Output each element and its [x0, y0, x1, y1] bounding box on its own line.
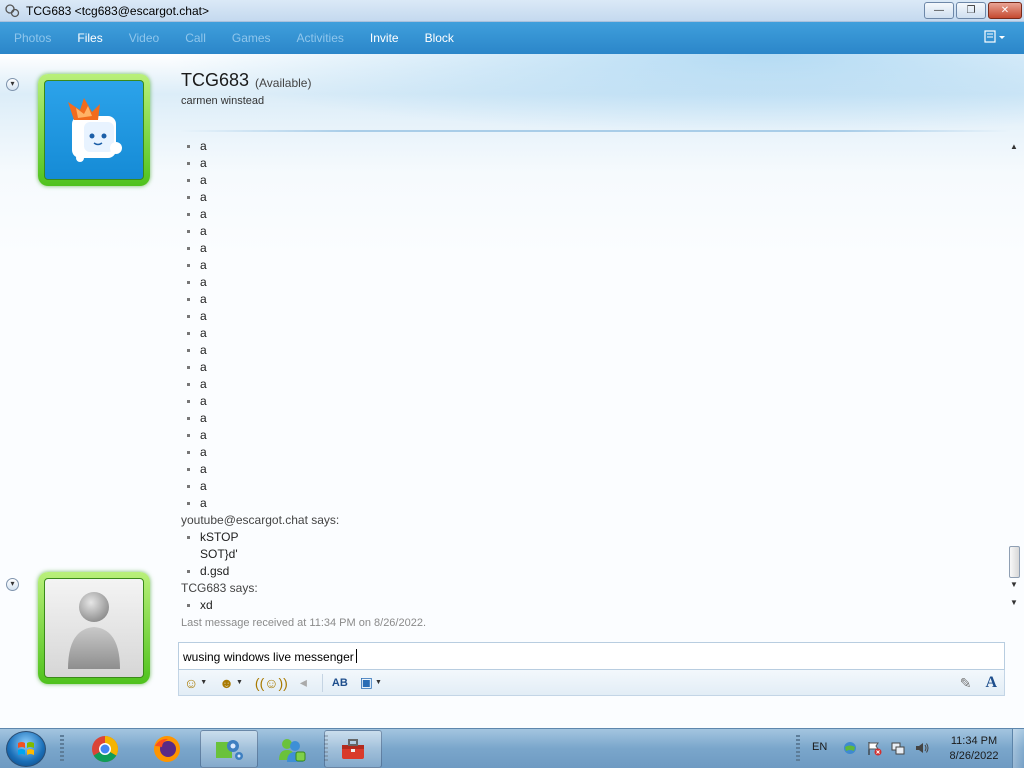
- taskbar-gripper[interactable]: [60, 735, 64, 763]
- text-caret: [355, 649, 357, 663]
- message-input[interactable]: wusing windows live messenger: [178, 642, 1005, 670]
- collapse-contact-picture-button[interactable]: ▾: [6, 78, 19, 91]
- message-line: a: [176, 376, 1006, 393]
- toolbar-games[interactable]: Games: [232, 31, 271, 45]
- settings-app-icon[interactable]: [200, 730, 258, 768]
- message-sender: TCG683 says:: [181, 581, 258, 595]
- default-user-avatar-icon: [68, 592, 120, 669]
- maximize-button[interactable]: ❐: [956, 2, 986, 19]
- messenger-app-icon: [4, 3, 20, 19]
- toolbox-icon[interactable]: [324, 730, 382, 768]
- message-line: a: [176, 206, 1006, 223]
- my-avatar[interactable]: [38, 572, 150, 684]
- message-line: a: [176, 189, 1006, 206]
- message-line: a: [176, 410, 1006, 427]
- header-decoration: [160, 54, 1024, 134]
- toolbar-photos[interactable]: Photos: [14, 31, 51, 45]
- message-sender: youtube@escargot.chat says:: [181, 513, 340, 527]
- message-line: a: [176, 342, 1006, 359]
- font-icon[interactable]: A: [982, 673, 1000, 693]
- message-line: xd: [176, 597, 1006, 614]
- minimize-button[interactable]: —: [924, 2, 954, 19]
- windows-logo-icon: [18, 742, 34, 755]
- scroll-up-arrow-icon[interactable]: ▲: [1010, 142, 1018, 151]
- message-input-text: wusing windows live messenger: [183, 650, 354, 664]
- language-indicator[interactable]: EN: [812, 741, 827, 753]
- toolbar-video[interactable]: Video: [129, 31, 159, 45]
- emoticon-icon[interactable]: ☺ ▼: [181, 673, 210, 693]
- wink-icon[interactable]: ☻ ▼: [216, 673, 246, 693]
- taskbar: EN 11:34 PM 8/26/2022: [0, 728, 1024, 768]
- toolbar-invite[interactable]: Invite: [370, 31, 399, 45]
- scroll-down-arrow-icon[interactable]: ▼: [1010, 598, 1018, 607]
- spellcheck-icon[interactable]: AB: [329, 673, 351, 693]
- scroll-thumb[interactable]: [1009, 546, 1020, 578]
- system-clock[interactable]: 11:34 PM 8/26/2022: [940, 734, 1008, 764]
- taskbar-gripper[interactable]: [796, 735, 800, 763]
- message-block-2: kSTOP SOT}d' d.gsd: [176, 529, 1006, 580]
- message-line: a: [176, 444, 1006, 461]
- volume-icon[interactable]: [914, 740, 930, 756]
- message-line: a: [176, 274, 1006, 291]
- conversation-history[interactable]: aaaaaaaaaaaaaaaaaaaaaa youtube@escargot.…: [176, 138, 1006, 634]
- toolbar-files[interactable]: Files: [77, 31, 102, 45]
- message-line: a: [176, 138, 1006, 155]
- clock-date: 8/26/2022: [949, 750, 999, 762]
- show-desktop-button[interactable]: [1012, 729, 1024, 768]
- background-icon[interactable]: ▣ ▼: [357, 673, 385, 693]
- message-line: a: [176, 257, 1006, 274]
- message-line: a: [176, 359, 1006, 376]
- toolbar-activities[interactable]: Activities: [297, 31, 344, 45]
- scroll-down-arrow-icon[interactable]: ▼: [1010, 580, 1018, 589]
- message-line: a: [176, 308, 1006, 325]
- chrome-icon[interactable]: [76, 730, 134, 768]
- message-line: a: [176, 240, 1006, 257]
- window-menu-icon[interactable]: [984, 30, 1006, 47]
- message-line: a: [176, 223, 1006, 240]
- network-status-icon[interactable]: [890, 740, 906, 756]
- clock-time: 11:34 PM: [950, 735, 998, 747]
- message-line: a: [176, 172, 1006, 189]
- message-line: a: [176, 427, 1006, 444]
- collapse-my-picture-button[interactable]: ▾: [6, 578, 19, 591]
- message-block-1: aaaaaaaaaaaaaaaaaaaaaa: [176, 138, 1006, 512]
- window-title: TCG683 <tcg683@escargot.chat>: [26, 3, 209, 18]
- last-message-info: Last message received at 11:34 PM on 8/2…: [181, 617, 427, 629]
- contact-status: (Available): [255, 76, 312, 90]
- toolbar-separator: [321, 673, 323, 692]
- message-line: a: [176, 461, 1006, 478]
- contact-avatar[interactable]: [38, 74, 150, 186]
- network-globe-icon[interactable]: [842, 740, 858, 756]
- message-block-3: xd: [176, 597, 1006, 614]
- message-line: d.gsd: [176, 563, 1006, 580]
- start-button[interactable]: [6, 731, 46, 767]
- messenger-icon[interactable]: [262, 730, 320, 768]
- message-line: a: [176, 325, 1006, 342]
- contact-avatar-image: [68, 98, 122, 162]
- contact-name: TCG683: [181, 70, 250, 90]
- conversation-window: ▾ TCG683 (Available) carmen winstead aaa…: [0, 54, 1024, 728]
- input-toolbar: ☺ ▼ ☻ ▼ ((☺)) ◂ AB ▣ ▼ ✎ A: [178, 670, 1005, 696]
- header-divider: [180, 130, 1010, 132]
- message-line: a: [176, 155, 1006, 172]
- voice-clip-icon[interactable]: ◂: [297, 673, 310, 693]
- conversation-toolbar: Photos Files Video Call Games Activities…: [0, 22, 1024, 54]
- message-line: kSTOP: [176, 529, 1006, 546]
- action-center-flag-icon[interactable]: [866, 740, 882, 756]
- message-line: a: [176, 478, 1006, 495]
- message-line: a: [176, 291, 1006, 308]
- message-line: a: [176, 495, 1006, 512]
- toolbar-block[interactable]: Block: [425, 31, 454, 45]
- handwriting-icon[interactable]: ✎: [957, 673, 975, 693]
- contact-personal-message: carmen winstead: [181, 95, 265, 107]
- title-bar[interactable]: TCG683 <tcg683@escargot.chat> — ❐ ✕: [0, 0, 1024, 22]
- conversation-scrollbar[interactable]: ▲ ▼ ▼: [1008, 142, 1022, 612]
- toolbar-call[interactable]: Call: [185, 31, 206, 45]
- message-line: a: [176, 393, 1006, 410]
- close-button[interactable]: ✕: [988, 2, 1022, 19]
- firefox-icon[interactable]: [138, 730, 196, 768]
- message-line: SOT}d': [200, 547, 238, 561]
- nudge-icon[interactable]: ((☺)): [252, 673, 291, 693]
